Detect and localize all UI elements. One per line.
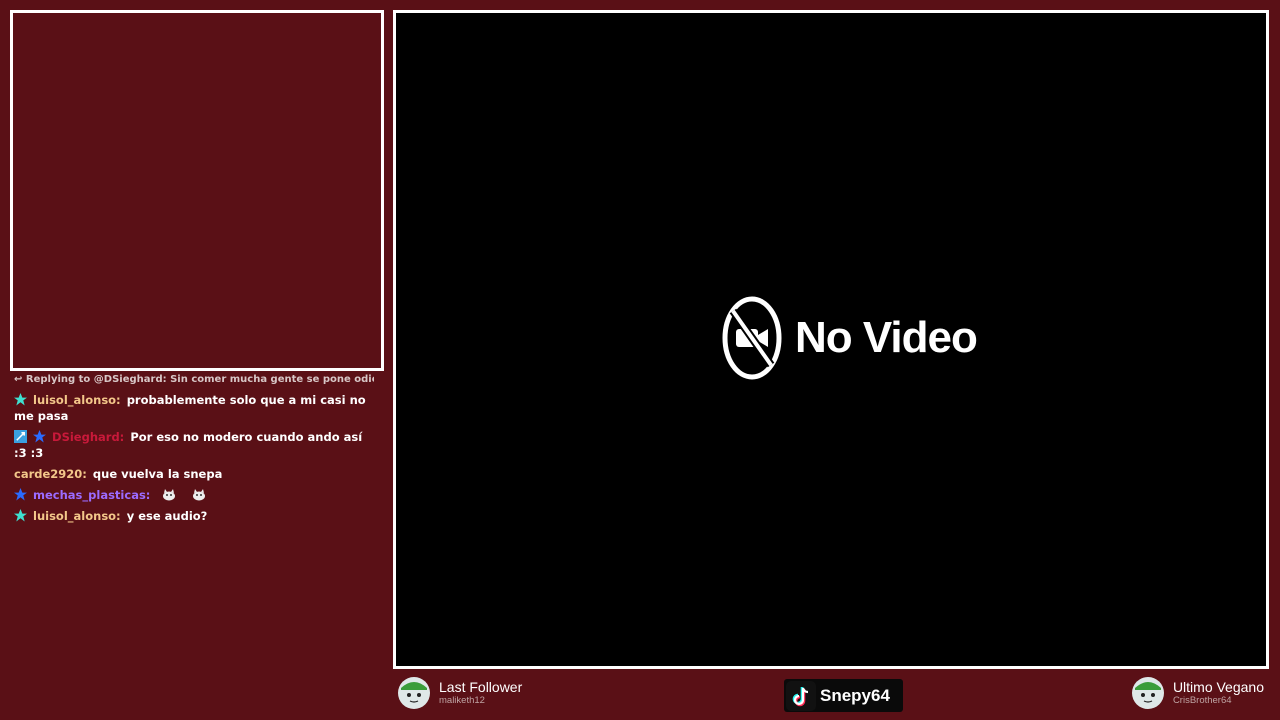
tiktok-username: Snepy64 [820, 685, 890, 705]
no-video-label: No Video [795, 313, 978, 362]
last-follower-name: maliketh12 [439, 695, 485, 706]
chat-message: luisol_alonso: probablemente solo que a … [14, 392, 374, 424]
camera-off-icon [722, 296, 782, 380]
last-vegan-name: CrisBrother64 [1172, 695, 1232, 706]
avatar [1131, 677, 1164, 709]
chat-username[interactable]: mechas_plasticas: [33, 488, 150, 502]
tiktok-icon [786, 680, 816, 711]
chat-message: mechas_plasticas: [14, 487, 374, 503]
star-blue-icon [33, 430, 47, 443]
star-blue-icon [14, 488, 27, 501]
last-vegan-widget: Ultimo Vegano CrisBrother64 [1131, 676, 1264, 710]
moderator-sword-icon [14, 430, 27, 443]
chat-username[interactable]: luisol_alonso: [33, 509, 121, 523]
last-follower-widget: Last Follower maliketh12 [397, 676, 522, 710]
no-video-indicator: No Video [721, 295, 978, 381]
reply-arrow-icon: ↩ [14, 374, 26, 385]
chat-message: carde2920: que vuelva la snepa [14, 466, 374, 482]
cat-emote-icon [163, 489, 176, 501]
last-follower-title: Last Follower [439, 679, 523, 695]
reply-text: Replying to @DSieghard: Sin comer mucha … [25, 374, 374, 385]
webcam-frame [10, 10, 384, 371]
star-teal-icon [14, 509, 27, 522]
tiktok-handle-badge: Snepy64 [784, 679, 903, 712]
chat-text: y ese audio? [126, 509, 208, 523]
last-vegan-title: Ultimo Vegano [1172, 679, 1264, 695]
chat-text: que vuelva la snepa [92, 467, 223, 481]
video-frame: No Video [393, 10, 1269, 669]
chat-message: luisol_alonso: y ese audio? [14, 508, 374, 524]
reply-indicator: ↩ Replying to @DSieghard: Sin comer much… [14, 372, 374, 388]
chat-username[interactable]: carde2920: [14, 467, 87, 481]
chat-username[interactable]: luisol_alonso: [33, 393, 121, 407]
avatar [398, 677, 430, 709]
chat-message: DSieghard: Por eso no modero cuando ando… [14, 429, 374, 461]
chat-username[interactable]: DSieghard: [52, 430, 124, 444]
star-teal-icon [14, 393, 27, 406]
cat-emote-icon [193, 489, 206, 501]
chat-panel: ↩ Replying to @DSieghard: Sin comer much… [14, 372, 374, 529]
